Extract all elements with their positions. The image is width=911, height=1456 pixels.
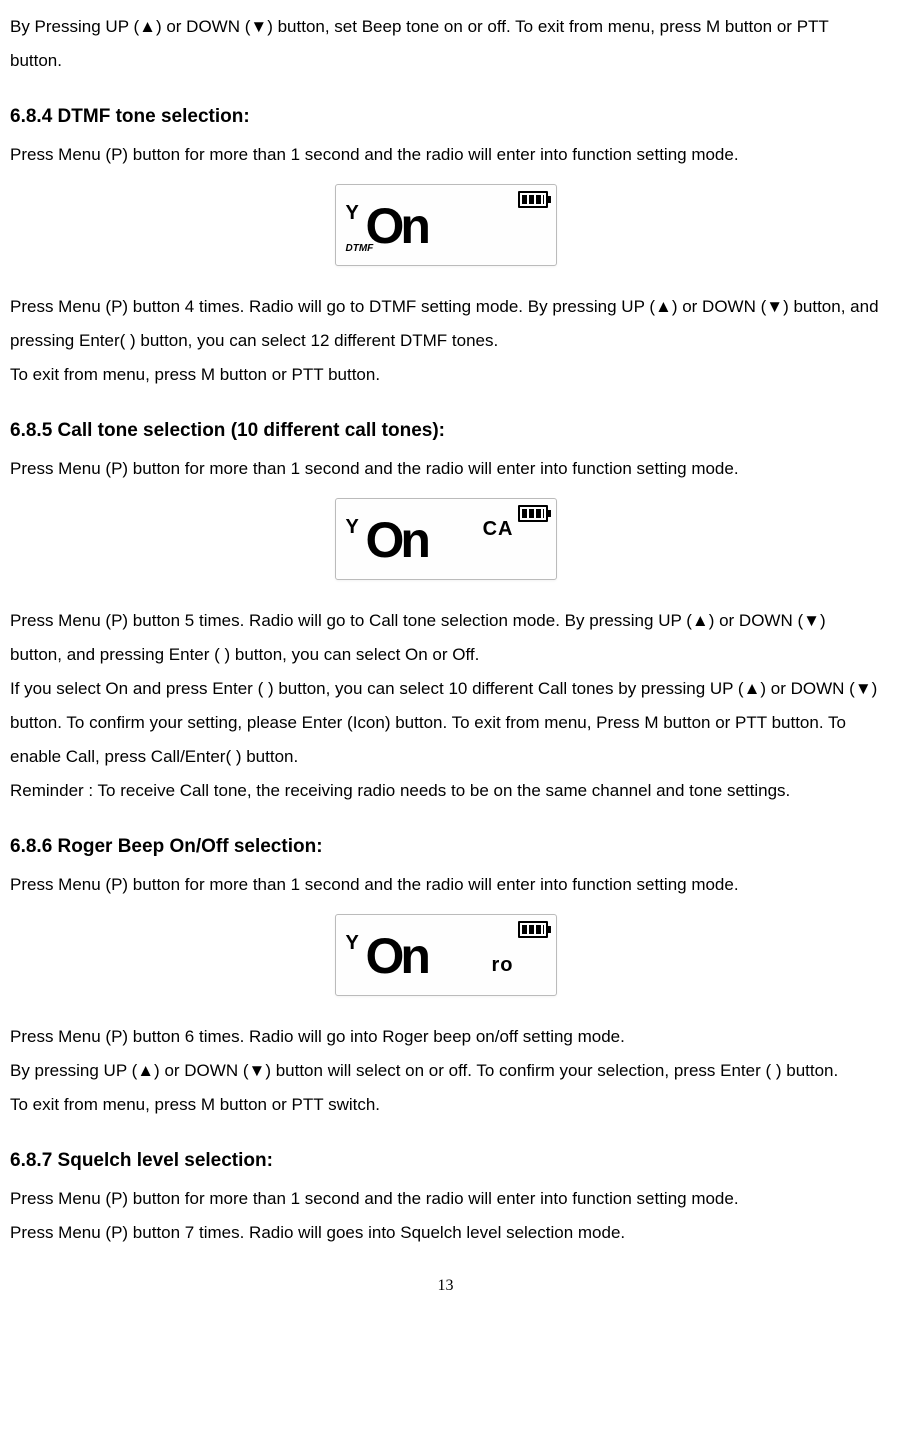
lcd-main-value: On: [366, 201, 427, 251]
battery-icon: [518, 921, 548, 938]
lcd-main-value: On: [366, 931, 427, 981]
para-685-1: Press Menu (P) button for more than 1 se…: [10, 452, 881, 486]
heading-685: 6.8.5 Call tone selection (10 different …: [10, 412, 881, 450]
para-686-3: By pressing UP (▲) or DOWN (▼) button wi…: [10, 1054, 881, 1088]
intro-paragraph: By Pressing UP (▲) or DOWN (▼) button, s…: [10, 10, 881, 78]
lcd-display: Y On DTMF: [335, 184, 557, 266]
para-687-1: Press Menu (P) button for more than 1 se…: [10, 1182, 881, 1216]
lcd-display: Y On ro: [335, 914, 557, 996]
para-685-4: Reminder : To receive Call tone, the rec…: [10, 774, 881, 808]
para-684-2: Press Menu (P) button 4 times. Radio wil…: [10, 290, 881, 358]
lcd-figure-dtmf: Y On DTMF: [10, 184, 881, 278]
battery-icon: [518, 191, 548, 208]
battery-icon: [518, 505, 548, 522]
lcd-sub-label: CA: [483, 509, 514, 549]
lcd-sub-label: DTMF: [346, 239, 374, 259]
para-686-4: To exit from menu, press M button or PTT…: [10, 1088, 881, 1122]
heading-686: 6.8.6 Roger Beep On/Off selection:: [10, 828, 881, 866]
page-number: 13: [10, 1270, 881, 1302]
antenna-icon: Y: [346, 193, 359, 233]
heading-684: 6.8.4 DTMF tone selection:: [10, 98, 881, 136]
antenna-icon: Y: [346, 923, 359, 963]
para-687-2: Press Menu (P) button 7 times. Radio wil…: [10, 1216, 881, 1250]
para-685-2: Press Menu (P) button 5 times. Radio wil…: [10, 604, 881, 672]
para-684-3: To exit from menu, press M button or PTT…: [10, 358, 881, 392]
heading-687: 6.8.7 Squelch level selection:: [10, 1142, 881, 1180]
para-685-3: If you select On and press Enter ( ) but…: [10, 672, 881, 774]
lcd-figure-ro: Y On ro: [10, 914, 881, 1008]
lcd-display: Y On CA: [335, 498, 557, 580]
para-686-2: Press Menu (P) button 6 times. Radio wil…: [10, 1020, 881, 1054]
para-686-1: Press Menu (P) button for more than 1 se…: [10, 868, 881, 902]
lcd-figure-ca: Y On CA: [10, 498, 881, 592]
lcd-sub-label: ro: [492, 945, 514, 985]
antenna-icon: Y: [346, 507, 359, 547]
para-684-1: Press Menu (P) button for more than 1 se…: [10, 138, 881, 172]
lcd-main-value: On: [366, 515, 427, 565]
